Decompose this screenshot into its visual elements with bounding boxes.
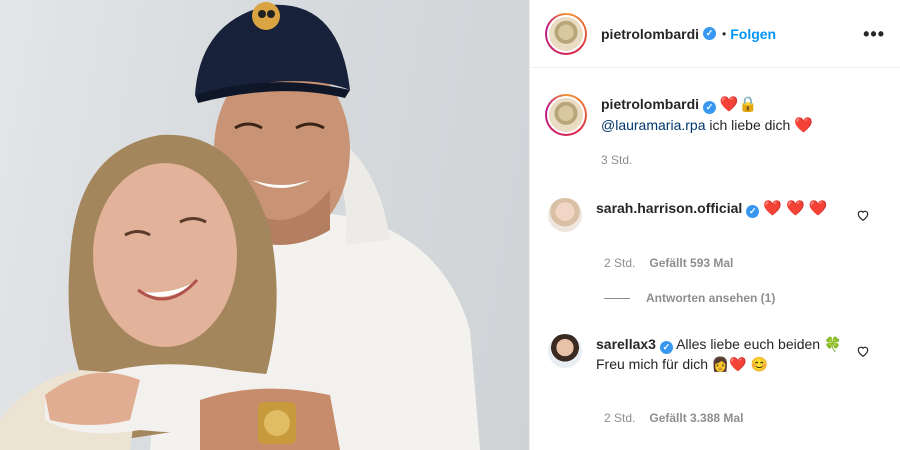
caption-text: ich liebe dich: [705, 117, 795, 133]
post-header: pietrolombardi ✓ • Folgen •••: [530, 0, 900, 68]
separator-dot: •: [722, 26, 727, 41]
verified-badge-icon: ✓: [746, 205, 760, 218]
comment-text: ❤️ ❤️ ❤️: [763, 200, 828, 217]
replies-divider: [604, 297, 630, 299]
view-replies-button[interactable]: Antworten ansehen (1): [604, 291, 775, 305]
caption-timestamp[interactable]: 3 Std.: [601, 150, 813, 170]
verified-badge-icon: ✓: [703, 27, 717, 40]
comment-meta: 2 Std. Gefällt 593 Mal: [604, 256, 733, 270]
comment-item: sarellax3 ✓ Alles liebe euch beiden 🍀 Fre…: [548, 334, 868, 374]
caption-avatar[interactable]: [545, 94, 587, 136]
author-username[interactable]: pietrolombardi: [601, 26, 699, 42]
follow-button[interactable]: Folgen: [730, 26, 776, 42]
comment-timestamp[interactable]: 2 Std.: [604, 256, 635, 270]
commenter-username[interactable]: sarah.harrison.official: [596, 200, 742, 216]
verified-badge-icon: ✓: [703, 101, 717, 114]
comment-likes[interactable]: Gefällt 593 Mal: [649, 256, 733, 270]
verified-badge-icon: ✓: [659, 341, 673, 354]
commenter-avatar[interactable]: [548, 198, 582, 232]
comment-timestamp[interactable]: 2 Std.: [604, 411, 635, 425]
author-avatar[interactable]: [545, 12, 587, 55]
couple-photo-illustration: [0, 2, 480, 450]
caption-mention[interactable]: @lauramaria.rpa: [601, 117, 705, 133]
commenter-username[interactable]: sarellax3: [596, 336, 656, 352]
post-photo[interactable]: [0, 0, 529, 450]
comment-meta: 2 Std. Gefällt 3.388 Mal: [604, 411, 743, 425]
comment-likes[interactable]: Gefällt 3.388 Mal: [649, 411, 743, 425]
view-replies-label: Antworten ansehen (1): [646, 291, 776, 305]
post-side-panel: pietrolombardi ✓ • Folgen ••• pietrolomb…: [529, 0, 900, 450]
commenter-avatar[interactable]: [548, 334, 582, 368]
like-heart-icon[interactable]: [856, 208, 870, 222]
caption-emoji: ❤️🔒: [719, 96, 758, 113]
post-caption: pietrolombardi ✓ ❤️🔒 @lauramaria.rpa ich …: [545, 94, 885, 170]
comment-item: sarah.harrison.official ✓ ❤️ ❤️ ❤️: [548, 198, 868, 232]
caption-username[interactable]: pietrolombardi: [601, 96, 699, 112]
like-heart-icon[interactable]: [856, 344, 870, 358]
more-options-icon[interactable]: •••: [863, 24, 885, 45]
caption-end-emoji: ❤️: [794, 117, 813, 134]
